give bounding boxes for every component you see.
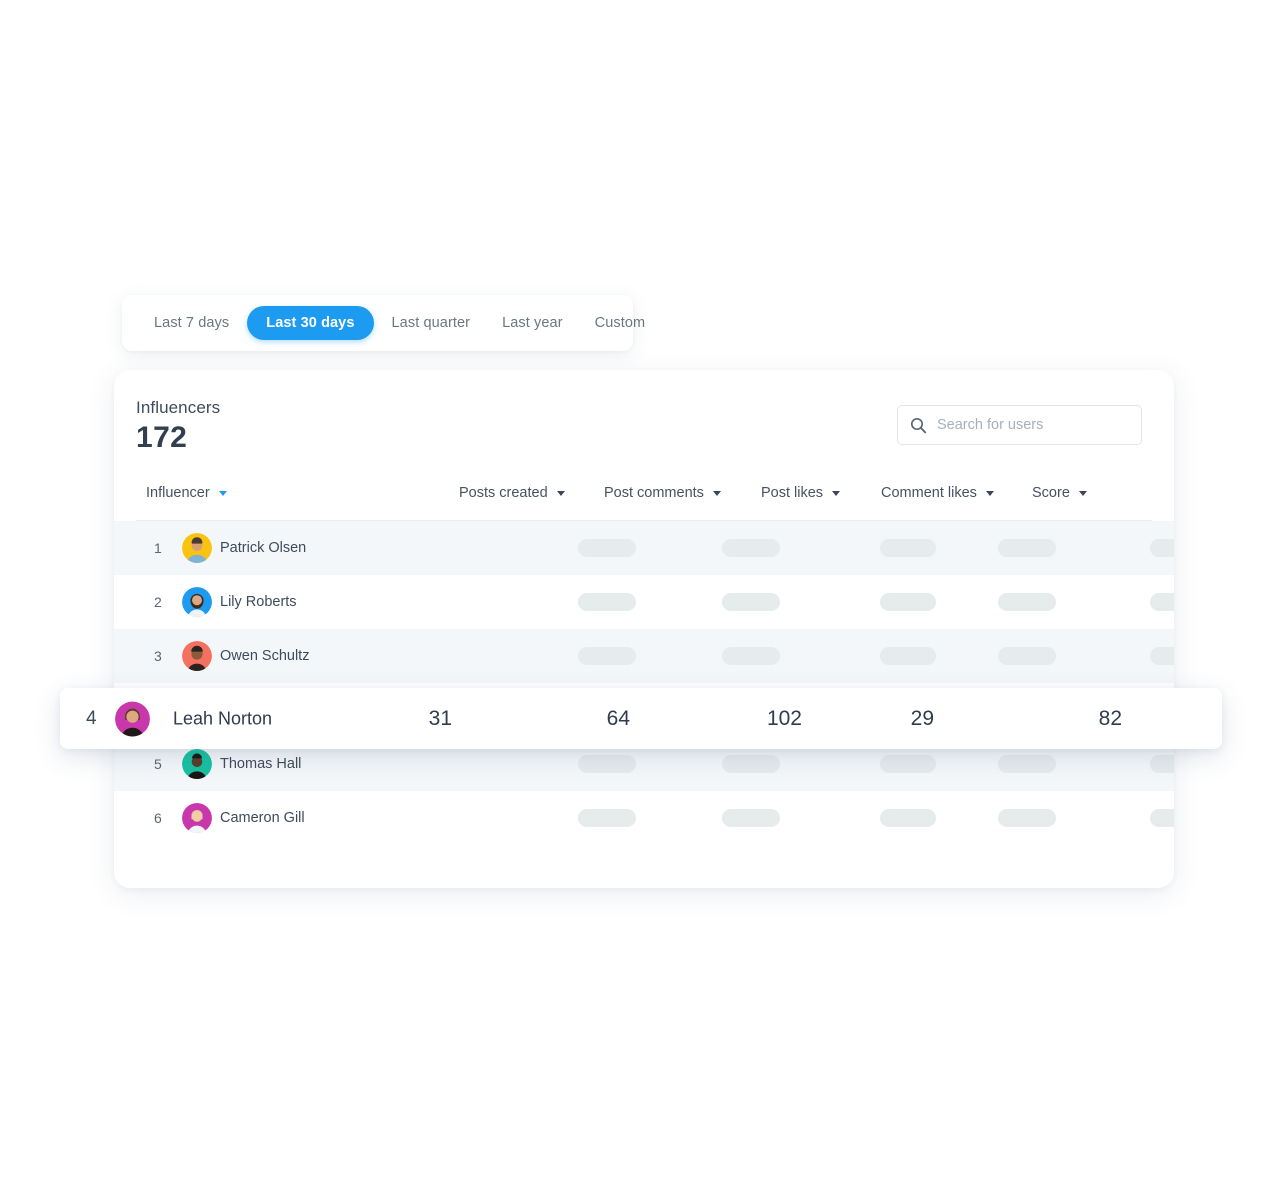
masked-value-score [1150, 755, 1174, 773]
table-row[interactable]: 6 Cameron Gill [114, 791, 1174, 845]
filter-chip-last-quarter[interactable]: Last quarter [378, 306, 485, 340]
masked-value-comment-likes [998, 539, 1056, 557]
avatar [182, 533, 212, 563]
cell-score: 82 [1098, 706, 1122, 730]
table-header-row: Influencer Posts created Post comments P… [136, 485, 1152, 521]
masked-value-posts-created [578, 647, 636, 665]
column-label: Post comments [604, 485, 704, 501]
column-label: Influencer [146, 485, 210, 501]
column-header-post-comments[interactable]: Post comments [604, 485, 721, 501]
chevron-down-icon[interactable] [556, 490, 565, 496]
table-row[interactable]: 2 Lily Roberts [114, 575, 1174, 629]
row-rank: 6 [154, 810, 162, 826]
masked-value-comment-likes [998, 809, 1056, 827]
column-label: Posts created [459, 485, 548, 501]
filter-chip-last-year[interactable]: Last year [488, 306, 577, 340]
cell-post-comments: 64 [606, 706, 630, 730]
search-box[interactable] [897, 405, 1142, 445]
chevron-down-icon[interactable] [712, 490, 721, 496]
row-name: Leah Norton [173, 708, 273, 728]
chevron-down-icon[interactable] [1078, 490, 1087, 496]
row-name: Lily Roberts [220, 594, 297, 610]
row-name: Thomas Hall [220, 756, 302, 772]
highlighted-table-row[interactable]: 4 Leah Norton 31 64 102 29 82 [60, 688, 1222, 749]
card-header: Influencers 172 [114, 370, 1174, 485]
table-row[interactable]: 1 Patrick Olsen [114, 521, 1174, 575]
row-rank: 1 [154, 540, 162, 556]
masked-value-score [1150, 809, 1174, 827]
masked-value-comment-likes [998, 755, 1056, 773]
masked-value-posts-created [578, 539, 636, 557]
row-rank: 5 [154, 756, 162, 772]
masked-value-score [1150, 539, 1174, 557]
column-header-posts-created[interactable]: Posts created [459, 485, 565, 501]
page-title: Influencers [136, 398, 221, 417]
influencers-table: Influencer Posts created Post comments P… [114, 485, 1174, 845]
masked-value-comment-likes [998, 647, 1056, 665]
column-label: Score [1032, 485, 1070, 501]
masked-value-post-likes [880, 539, 936, 557]
masked-value-posts-created [578, 593, 636, 611]
page-root: Last 7 days Last 30 days Last quarter La… [0, 0, 1280, 1180]
chevron-down-icon[interactable] [832, 490, 841, 496]
cell-posts-created: 31 [428, 706, 452, 730]
row-rank: 2 [154, 594, 162, 610]
date-range-filter-bar: Last 7 days Last 30 days Last quarter La… [122, 295, 645, 351]
masked-value-post-likes [880, 593, 936, 611]
cell-comment-likes: 29 [910, 706, 934, 730]
masked-value-posts-created [578, 809, 636, 827]
filter-chip-custom[interactable]: Custom [581, 306, 660, 340]
avatar [182, 641, 212, 671]
avatar [182, 749, 212, 779]
row-name: Patrick Olsen [220, 540, 307, 556]
avatar [115, 701, 150, 736]
chevron-down-icon[interactable] [985, 490, 994, 496]
influencer-count: 172 [136, 421, 188, 454]
masked-value-posts-created [578, 755, 636, 773]
table-row[interactable]: 3 Owen Schultz [114, 629, 1174, 683]
column-header-score[interactable]: Score [1032, 485, 1087, 501]
row-name: Cameron Gill [220, 810, 305, 826]
masked-value-comment-likes [998, 593, 1056, 611]
row-name: Owen Schultz [220, 648, 310, 664]
masked-value-post-comments [722, 809, 780, 827]
chevron-down-icon[interactable] [218, 490, 227, 496]
cell-post-likes: 102 [766, 706, 802, 730]
avatar [182, 803, 212, 833]
column-label: Post likes [761, 485, 824, 501]
avatar [182, 587, 212, 617]
masked-value-post-comments [722, 755, 780, 773]
column-header-post-likes[interactable]: Post likes [761, 485, 841, 501]
search-icon [910, 417, 927, 434]
row-rank: 4 [86, 707, 97, 729]
masked-value-post-likes [880, 647, 936, 665]
row-rank: 3 [154, 648, 162, 664]
masked-value-post-comments [722, 647, 780, 665]
masked-value-post-comments [722, 593, 780, 611]
column-header-influencer[interactable]: Influencer [146, 485, 227, 501]
filter-chip-last-7-days[interactable]: Last 7 days [140, 306, 243, 340]
column-header-comment-likes[interactable]: Comment likes [881, 485, 994, 501]
filter-chip-last-30-days[interactable]: Last 30 days [247, 306, 374, 340]
influencers-card: Influencers 172 Influencer [114, 370, 1174, 888]
search-input[interactable] [937, 417, 1129, 433]
masked-value-score [1150, 647, 1174, 665]
masked-value-score [1150, 593, 1174, 611]
masked-value-post-likes [880, 755, 936, 773]
masked-value-post-likes [880, 809, 936, 827]
column-label: Comment likes [881, 485, 977, 501]
masked-value-post-comments [722, 539, 780, 557]
